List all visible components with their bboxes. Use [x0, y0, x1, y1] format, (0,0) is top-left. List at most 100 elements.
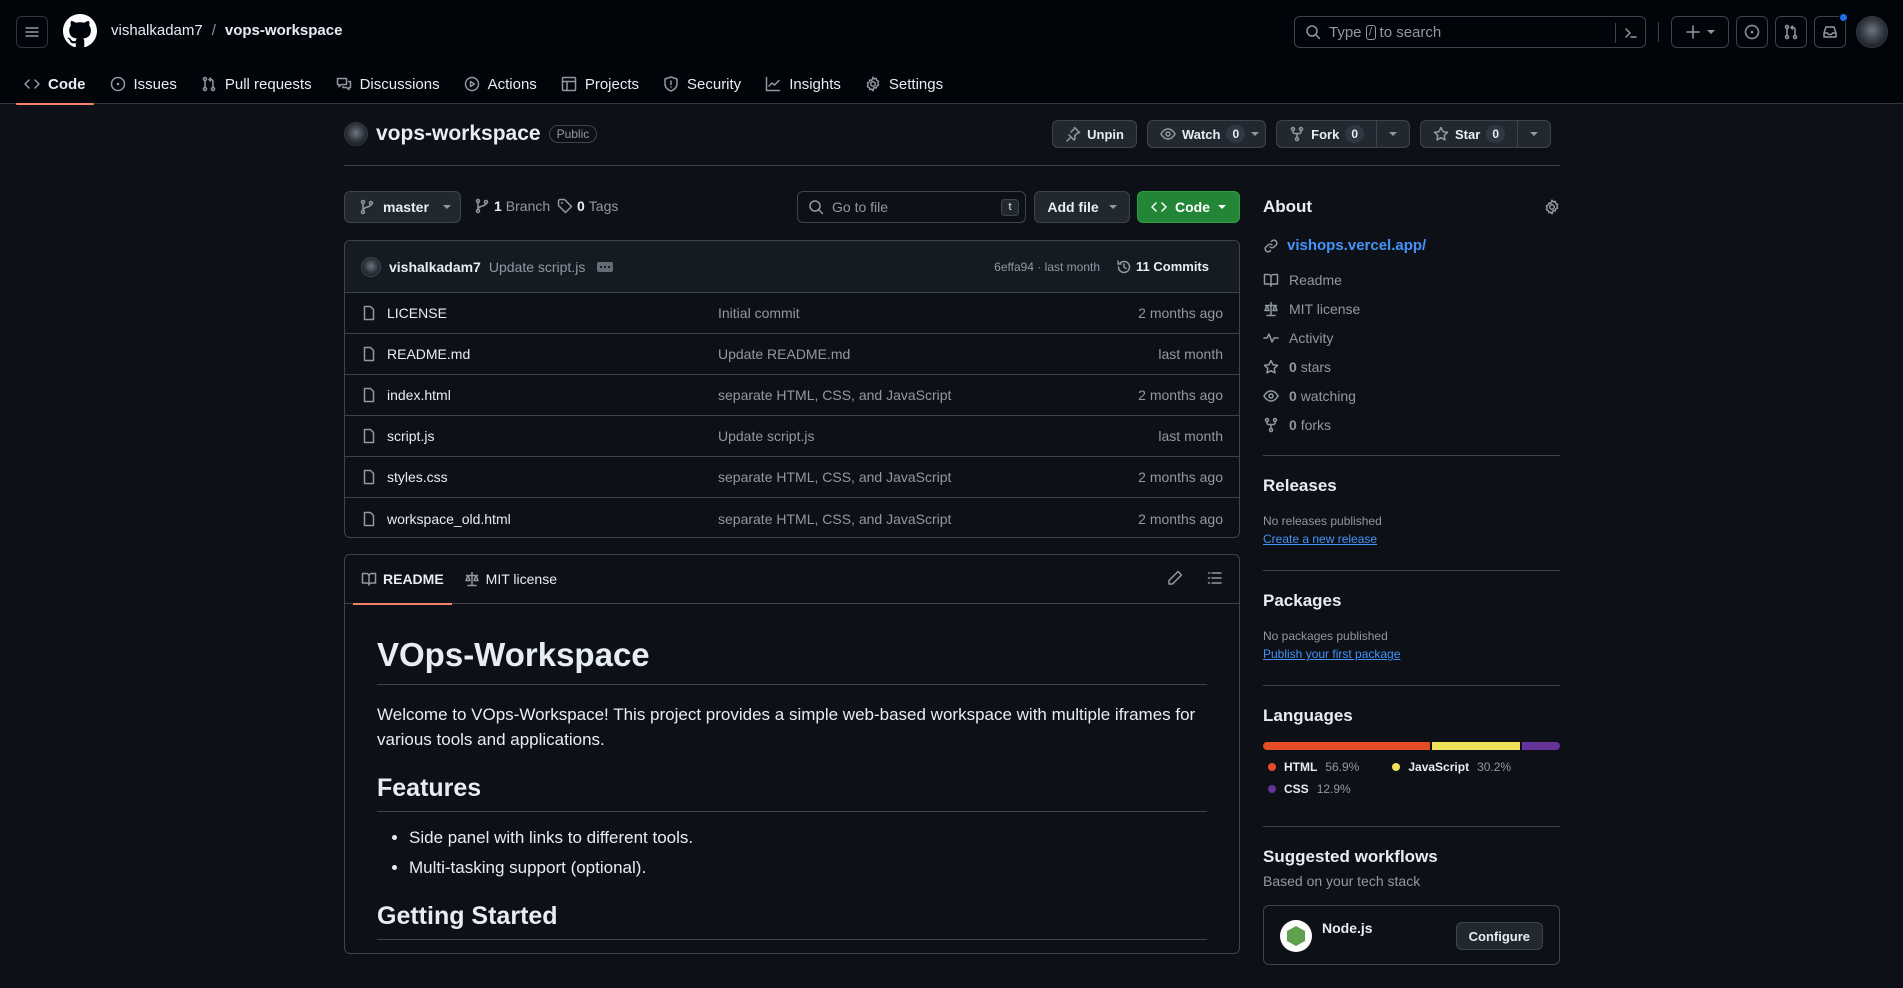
tab-pull-requests[interactable]: Pull requests: [193, 64, 320, 104]
issues-button[interactable]: [1736, 16, 1768, 48]
commit-details-toggle[interactable]: [597, 261, 614, 272]
file-name[interactable]: index.html: [387, 387, 717, 403]
tab-label: Actions: [487, 75, 537, 93]
owner-avatar[interactable]: [344, 122, 368, 146]
file-row[interactable]: styles.css separate HTML, CSS, and JavaSc…: [345, 457, 1239, 498]
pull-request-icon: [202, 76, 216, 92]
file-commit-message[interactable]: separate HTML, CSS, and JavaScript: [718, 387, 951, 403]
feature-item: Side panel with links to different tools…: [409, 828, 1207, 848]
file-commit-message[interactable]: separate HTML, CSS, and JavaScript: [718, 469, 951, 485]
repo-name[interactable]: vops-workspace: [376, 122, 541, 146]
repo-link[interactable]: vops-workspace: [225, 22, 343, 39]
branch-select[interactable]: master: [344, 191, 461, 223]
about-license[interactable]: MIT license: [1263, 301, 1560, 317]
file-row[interactable]: index.html separate HTML, CSS, and JavaSc…: [345, 375, 1239, 416]
publish-package-link[interactable]: Publish your first package: [1263, 647, 1400, 661]
file-name[interactable]: LICENSE: [387, 305, 717, 321]
star-dropdown[interactable]: [1517, 121, 1550, 147]
commit-hash[interactable]: 6effa94: [994, 260, 1034, 274]
tags-count: 0: [577, 198, 585, 214]
user-avatar[interactable]: [1856, 16, 1888, 48]
fork-button[interactable]: Fork 0: [1276, 120, 1411, 148]
file-commit-message[interactable]: Update README.md: [718, 346, 850, 362]
file-name[interactable]: README.md: [387, 346, 717, 362]
inbox-button[interactable]: [1814, 13, 1848, 48]
tab-issues[interactable]: Issues: [102, 64, 185, 104]
tab-discussions[interactable]: Discussions: [328, 64, 448, 104]
notification-indicator: [1839, 13, 1848, 22]
configure-button[interactable]: Configure: [1455, 922, 1543, 950]
tab-security[interactable]: Security: [655, 64, 749, 104]
outline-list-icon[interactable]: [1207, 570, 1223, 586]
command-palette-button[interactable]: [1615, 23, 1645, 43]
watch-button[interactable]: Watch 0: [1146, 120, 1267, 148]
header-divider: [1658, 22, 1659, 42]
tab-actions[interactable]: Actions: [456, 64, 545, 104]
tab-label: README: [383, 571, 444, 587]
add-file-button[interactable]: Add file: [1034, 191, 1130, 223]
about-forks[interactable]: 0 forks: [1263, 417, 1560, 433]
repo-nav: Code Issues Pull requests Discussions Ac…: [16, 64, 959, 105]
tab-label: Code: [48, 75, 86, 93]
commit-author-avatar[interactable]: [361, 256, 381, 277]
commits-count: 11 Commits: [1136, 259, 1209, 274]
file-name[interactable]: workspace_old.html: [387, 511, 717, 527]
language-item[interactable]: HTML 56.9%: [1263, 760, 1359, 774]
getting-started-heading: Getting Started: [377, 902, 1207, 941]
file-commit-message[interactable]: Update script.js: [718, 428, 814, 444]
caret-down-icon: [1218, 205, 1226, 209]
tab-insights[interactable]: Insights: [757, 64, 849, 104]
file-age: 2 months ago: [1138, 387, 1223, 403]
file-commit-message[interactable]: separate HTML, CSS, and JavaScript: [718, 511, 951, 527]
file-row[interactable]: LICENSE Initial commit 2 months ago: [345, 293, 1239, 334]
language-item[interactable]: JavaScript 30.2%: [1387, 760, 1511, 774]
packages-heading[interactable]: Packages: [1263, 591, 1560, 611]
tab-readme[interactable]: README: [353, 555, 452, 605]
commit-author[interactable]: vishalkadam7: [389, 259, 481, 275]
about-readme[interactable]: Readme: [1263, 272, 1560, 288]
file-name[interactable]: script.js: [387, 428, 717, 444]
file-row[interactable]: workspace_old.html separate HTML, CSS, an…: [345, 498, 1239, 537]
file-row[interactable]: README.md Update README.md last month: [345, 334, 1239, 375]
pencil-icon[interactable]: [1167, 570, 1183, 586]
about-watching[interactable]: 0 watching: [1263, 388, 1560, 404]
global-header: vishalkadam7 / vops-workspace Type / to …: [0, 0, 1903, 105]
commit-message[interactable]: Update script.js: [489, 259, 585, 275]
gear-icon[interactable]: [1544, 199, 1560, 215]
file-name[interactable]: styles.css: [387, 469, 717, 485]
tags-link[interactable]: 0 Tags: [557, 198, 618, 214]
branches-link[interactable]: 1 Branch: [474, 198, 550, 214]
tab-label: Discussions: [359, 75, 440, 93]
pull-requests-button[interactable]: [1775, 16, 1807, 48]
create-new-button[interactable]: [1671, 16, 1729, 48]
fork-dropdown[interactable]: [1376, 121, 1409, 147]
website-link[interactable]: vishops.vercel.app/: [1263, 237, 1560, 254]
tags-label: Tags: [588, 198, 619, 214]
tab-license[interactable]: MIT license: [456, 555, 565, 604]
file-icon: [363, 346, 375, 362]
tab-projects[interactable]: Projects: [553, 64, 647, 104]
search-input[interactable]: Type / to search: [1294, 16, 1646, 48]
file-commit-message[interactable]: Initial commit: [718, 305, 800, 321]
about-activity[interactable]: Activity: [1263, 330, 1560, 346]
star-button[interactable]: Star 0: [1420, 120, 1551, 148]
menu-button[interactable]: [16, 16, 48, 48]
owner-link[interactable]: vishalkadam7: [111, 22, 203, 39]
tab-settings[interactable]: Settings: [857, 64, 951, 104]
tab-code[interactable]: Code: [16, 64, 94, 105]
forks-count: 0: [1289, 417, 1297, 433]
workflow-name: Node.js: [1322, 920, 1373, 936]
github-logo-icon[interactable]: [63, 14, 97, 48]
file-row[interactable]: script.js Update script.js last month: [345, 416, 1239, 457]
language-color-dot: [1268, 785, 1276, 793]
about-stars[interactable]: 0 stars: [1263, 359, 1560, 375]
releases-heading[interactable]: Releases: [1263, 476, 1560, 496]
language-item[interactable]: CSS 12.9%: [1263, 782, 1351, 796]
search-prefix: Type: [1329, 23, 1362, 41]
commits-history-link[interactable]: 11 Commits: [1116, 259, 1209, 275]
code-icon: [24, 79, 40, 89]
code-button[interactable]: Code: [1137, 191, 1240, 223]
go-to-file-input[interactable]: Go to file t: [797, 191, 1026, 223]
create-release-link[interactable]: Create a new release: [1263, 532, 1377, 546]
unpin-button[interactable]: Unpin: [1052, 120, 1137, 148]
